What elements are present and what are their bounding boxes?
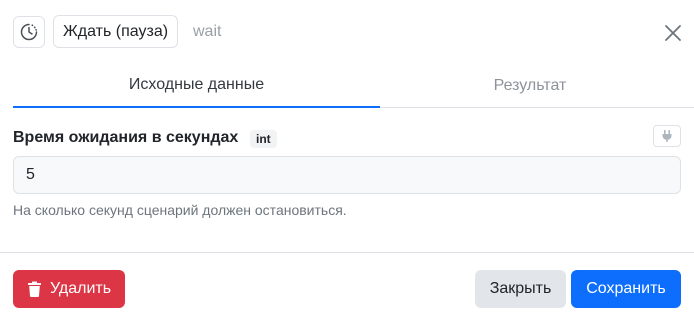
delete-button[interactable]: Удалить xyxy=(13,270,125,308)
clock-pause-icon xyxy=(19,22,39,42)
save-button[interactable]: Сохранить xyxy=(571,270,681,308)
close-dialog-button[interactable]: Закрыть xyxy=(475,270,566,308)
plug-icon xyxy=(660,129,674,143)
plug-button[interactable] xyxy=(653,125,681,147)
modal-footer: Удалить Закрыть Сохранить xyxy=(0,252,694,320)
modal-header: Ждать (пауза) wait xyxy=(0,0,694,64)
action-icon-box[interactable] xyxy=(13,16,45,48)
delete-label: Удалить xyxy=(49,280,112,297)
action-id-text: wait xyxy=(193,23,222,40)
field-label: Время ожидания в секундах xyxy=(13,129,239,146)
tab-result[interactable]: Результат xyxy=(380,64,680,107)
tab-bar: Исходные данные Результат xyxy=(13,64,694,108)
close-button[interactable] xyxy=(660,20,686,46)
tab-input-data[interactable]: Исходные данные xyxy=(13,64,380,108)
wait-seconds-input[interactable] xyxy=(13,156,681,194)
action-type-button[interactable]: Ждать (пауза) xyxy=(53,15,179,48)
trash-icon xyxy=(27,281,42,297)
close-icon xyxy=(664,24,682,42)
type-badge: int xyxy=(250,130,277,148)
help-text: На сколько секунд сценарий должен остано… xyxy=(13,202,347,218)
